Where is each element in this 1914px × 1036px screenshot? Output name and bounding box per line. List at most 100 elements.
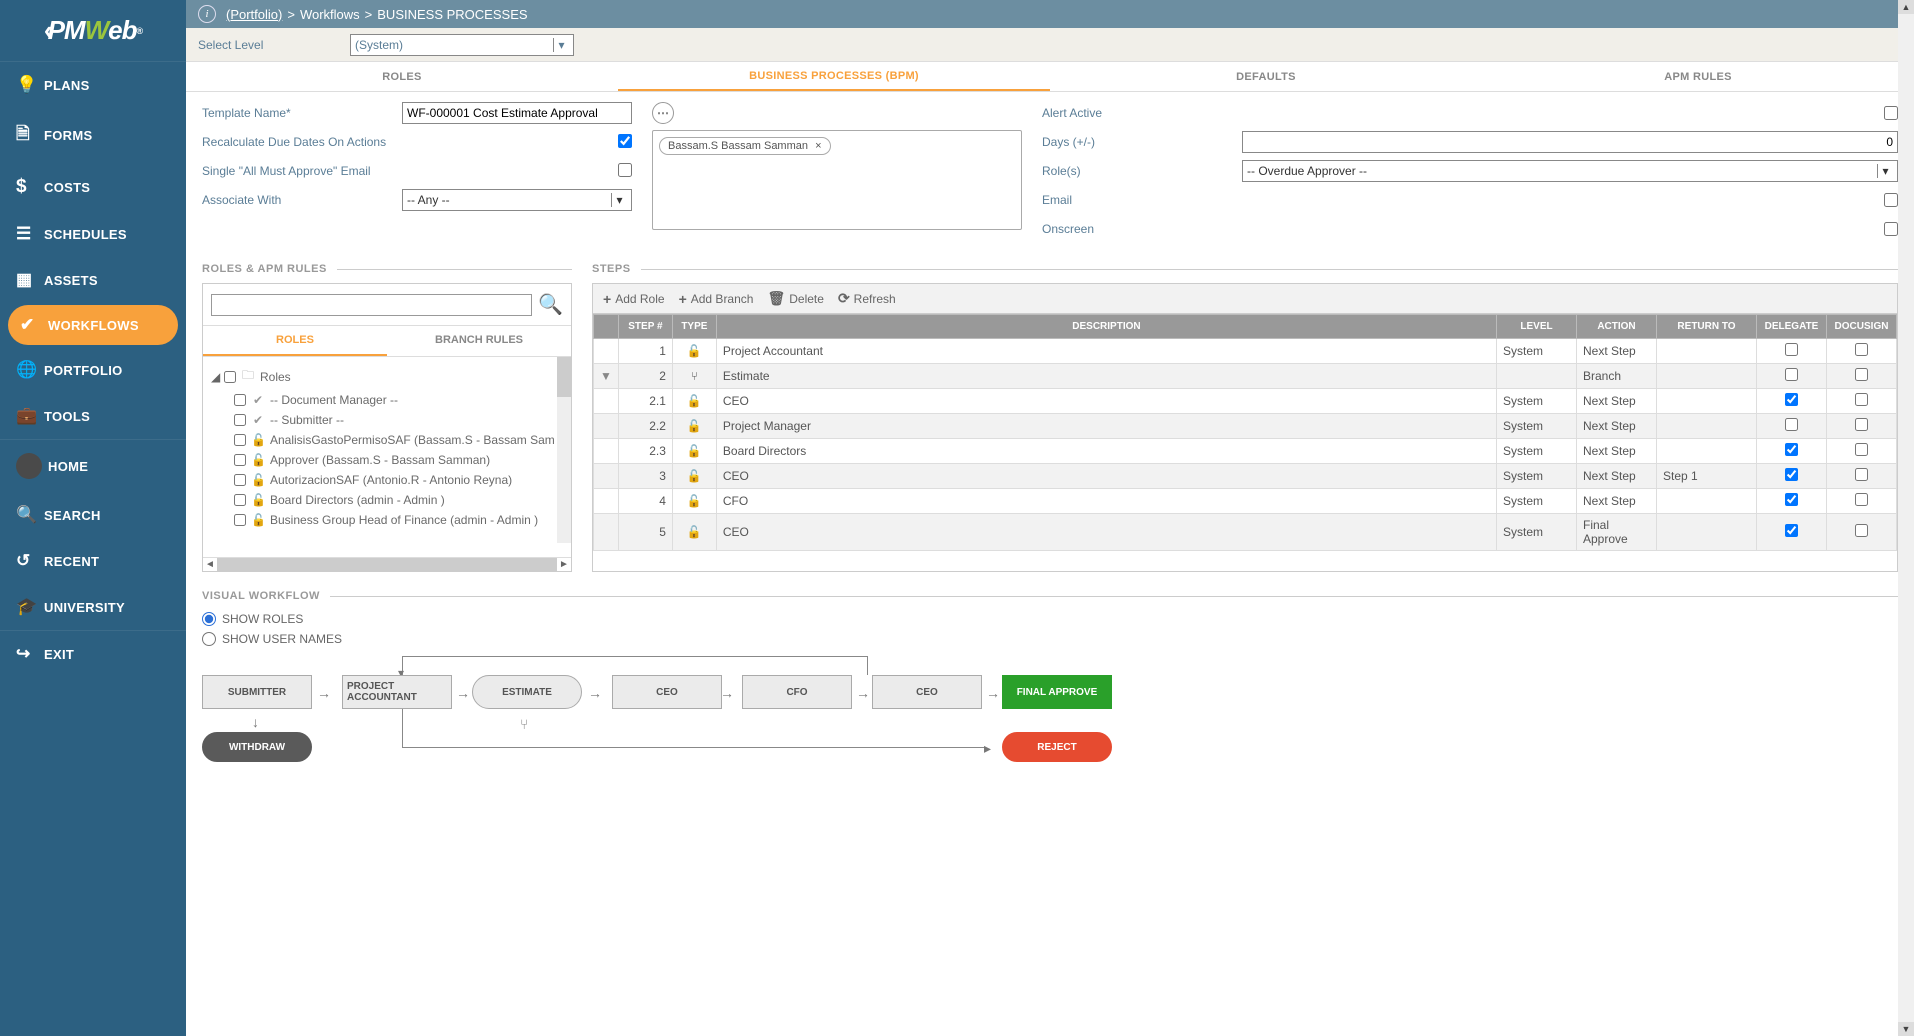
add-role-button[interactable]: +Add Role bbox=[603, 290, 665, 307]
tree-item[interactable]: ◢🗀Roles bbox=[211, 363, 563, 390]
more-options-button[interactable]: ⋯ bbox=[652, 102, 674, 124]
delegate-checkbox[interactable] bbox=[1785, 418, 1798, 431]
docusign-checkbox[interactable] bbox=[1855, 418, 1868, 431]
add-branch-button[interactable]: +Add Branch bbox=[679, 290, 754, 307]
onscreen-checkbox[interactable] bbox=[1884, 222, 1898, 236]
tree-checkbox[interactable] bbox=[234, 454, 246, 466]
docusign-checkbox[interactable] bbox=[1855, 343, 1868, 356]
steps-row[interactable]: 2.2🔓Project ManagerSystemNext Step bbox=[594, 414, 1897, 439]
show-users-radio[interactable] bbox=[202, 632, 216, 646]
delegate-checkbox[interactable] bbox=[1785, 524, 1798, 537]
recalc-checkbox[interactable] bbox=[618, 134, 632, 148]
tree-checkbox[interactable] bbox=[224, 371, 236, 383]
docusign-checkbox[interactable] bbox=[1855, 368, 1868, 381]
nav-search[interactable]: 🔍SEARCH bbox=[0, 492, 186, 538]
subtab-branch-rules[interactable]: BRANCH RULES bbox=[387, 326, 571, 356]
tree-checkbox[interactable] bbox=[234, 494, 246, 506]
delegate-checkbox[interactable] bbox=[1785, 343, 1798, 356]
unlock-icon: 🔓 bbox=[687, 494, 702, 508]
single-approve-checkbox[interactable] bbox=[618, 163, 632, 177]
branch-icon: ⑂ bbox=[520, 716, 528, 732]
select-level-dropdown[interactable]: (System) ▾ bbox=[350, 34, 574, 56]
docusign-checkbox[interactable] bbox=[1855, 443, 1868, 456]
vertical-scrollbar[interactable] bbox=[557, 357, 571, 543]
show-roles-radio[interactable] bbox=[202, 612, 216, 626]
unlock-icon: 🔓 bbox=[687, 394, 702, 408]
template-name-input[interactable] bbox=[402, 102, 632, 124]
docusign-checkbox[interactable] bbox=[1855, 524, 1868, 537]
steps-row[interactable]: 4🔓CFOSystemNext Step bbox=[594, 489, 1897, 514]
tab-bpm[interactable]: BUSINESS PROCESSES (BPM) bbox=[618, 62, 1050, 91]
email-checkbox[interactable] bbox=[1884, 193, 1898, 207]
form-area: Template Name* Recalculate Due Dates On … bbox=[202, 102, 1898, 247]
nav-university[interactable]: 🎓UNIVERSITY bbox=[0, 584, 186, 631]
page-scrollbar[interactable] bbox=[1898, 14, 1914, 1022]
roles-search-input[interactable] bbox=[211, 294, 532, 316]
horizontal-scrollbar[interactable]: ◄► bbox=[203, 557, 571, 571]
nav-home[interactable]: HOME bbox=[0, 440, 186, 492]
tree-item[interactable]: 🔓AutorizacionSAF (Antonio.R - Antonio Re… bbox=[211, 470, 563, 490]
nav-exit[interactable]: ↪EXIT bbox=[0, 631, 186, 677]
nav-label: SCHEDULES bbox=[44, 227, 127, 242]
tree-item[interactable]: 🔓Board Directors (admin - Admin ) bbox=[211, 490, 563, 510]
nav-forms[interactable]: 🗎FORMS bbox=[0, 108, 186, 163]
tree-checkbox[interactable] bbox=[234, 434, 246, 446]
docusign-checkbox[interactable] bbox=[1855, 393, 1868, 406]
users-tagbox[interactable]: Bassam.S Bassam Samman × bbox=[652, 130, 1022, 230]
remove-tag-icon[interactable]: × bbox=[815, 140, 821, 152]
tree-checkbox[interactable] bbox=[234, 394, 246, 406]
scroll-up-button[interactable]: ▲ bbox=[1898, 0, 1914, 14]
info-icon[interactable]: i bbox=[198, 5, 216, 23]
nav-schedules[interactable]: ☰SCHEDULES bbox=[0, 211, 186, 257]
tab-roles[interactable]: ROLES bbox=[186, 62, 618, 91]
steps-row[interactable]: 2.3🔓Board DirectorsSystemNext Step bbox=[594, 439, 1897, 464]
schedule-icon: ☰ bbox=[16, 224, 44, 244]
delegate-checkbox[interactable] bbox=[1785, 443, 1798, 456]
tree-checkbox[interactable] bbox=[234, 414, 246, 426]
roles-tree[interactable]: ◢🗀Roles✔-- Document Manager --✔-- Submit… bbox=[203, 357, 571, 557]
search-icon[interactable]: 🔍 bbox=[538, 292, 563, 317]
breadcrumb-portfolio[interactable]: (Portfolio) bbox=[226, 7, 282, 22]
steps-row[interactable]: 2.1🔓CEOSystemNext Step bbox=[594, 389, 1897, 414]
nav-portfolio[interactable]: 🌐PORTFOLIO bbox=[0, 347, 186, 393]
flow-estimate: ESTIMATE bbox=[472, 675, 582, 709]
steps-row[interactable]: 5🔓CEOSystemFinal Approve bbox=[594, 514, 1897, 551]
lightbulb-icon: 💡 bbox=[16, 75, 44, 95]
delegate-checkbox[interactable] bbox=[1785, 368, 1798, 381]
delegate-checkbox[interactable] bbox=[1785, 468, 1798, 481]
steps-row[interactable]: 1🔓Project AccountantSystemNext Step bbox=[594, 339, 1897, 364]
docusign-checkbox[interactable] bbox=[1855, 468, 1868, 481]
steps-row[interactable]: 3🔓CEOSystemNext StepStep 1 bbox=[594, 464, 1897, 489]
nav-workflows[interactable]: ✔WORKFLOWS bbox=[8, 305, 178, 345]
delete-button[interactable]: 🗑Delete bbox=[767, 290, 823, 307]
tab-apm-rules[interactable]: APM RULES bbox=[1482, 62, 1914, 91]
breadcrumb-workflows[interactable]: Workflows bbox=[300, 7, 360, 22]
tree-item[interactable]: 🔓Approver (Bassam.S - Bassam Samman) bbox=[211, 450, 563, 470]
search-icon: 🔍 bbox=[16, 505, 44, 525]
tree-item[interactable]: ✔-- Document Manager -- bbox=[211, 390, 563, 410]
tree-checkbox[interactable] bbox=[234, 474, 246, 486]
associate-with-dropdown[interactable]: -- Any -- ▾ bbox=[402, 189, 632, 211]
nav-tools[interactable]: 💼TOOLS bbox=[0, 393, 186, 440]
tab-defaults[interactable]: DEFAULTS bbox=[1050, 62, 1482, 91]
delegate-checkbox[interactable] bbox=[1785, 393, 1798, 406]
days-input[interactable] bbox=[1242, 131, 1898, 153]
tree-item[interactable]: 🔓AnalisisGastoPermisoSAF (Bassam.S - Bas… bbox=[211, 430, 563, 450]
tree-item[interactable]: ✔-- Submitter -- bbox=[211, 410, 563, 430]
nav-label: UNIVERSITY bbox=[44, 600, 125, 615]
nav-costs[interactable]: $COSTS bbox=[0, 163, 186, 211]
subtab-roles[interactable]: ROLES bbox=[203, 326, 387, 356]
roles-dropdown[interactable]: -- Overdue Approver -- ▾ bbox=[1242, 160, 1898, 182]
docusign-checkbox[interactable] bbox=[1855, 493, 1868, 506]
tree-item[interactable]: 🔓Business Group Head of Finance (admin -… bbox=[211, 510, 563, 530]
delegate-checkbox[interactable] bbox=[1785, 493, 1798, 506]
scroll-down-button[interactable]: ▼ bbox=[1898, 1022, 1914, 1036]
nav-assets[interactable]: ▦ASSETS bbox=[0, 257, 186, 303]
nav-recent[interactable]: ↺RECENT bbox=[0, 538, 186, 584]
steps-row[interactable]: ▼2⑂EstimateBranch bbox=[594, 364, 1897, 389]
refresh-button[interactable]: ⟳Refresh bbox=[838, 290, 896, 307]
tree-checkbox[interactable] bbox=[234, 514, 246, 526]
nav-plans[interactable]: 💡PLANS bbox=[0, 62, 186, 108]
flow-withdraw: WITHDRAW bbox=[202, 732, 312, 762]
alert-active-checkbox[interactable] bbox=[1884, 106, 1898, 120]
